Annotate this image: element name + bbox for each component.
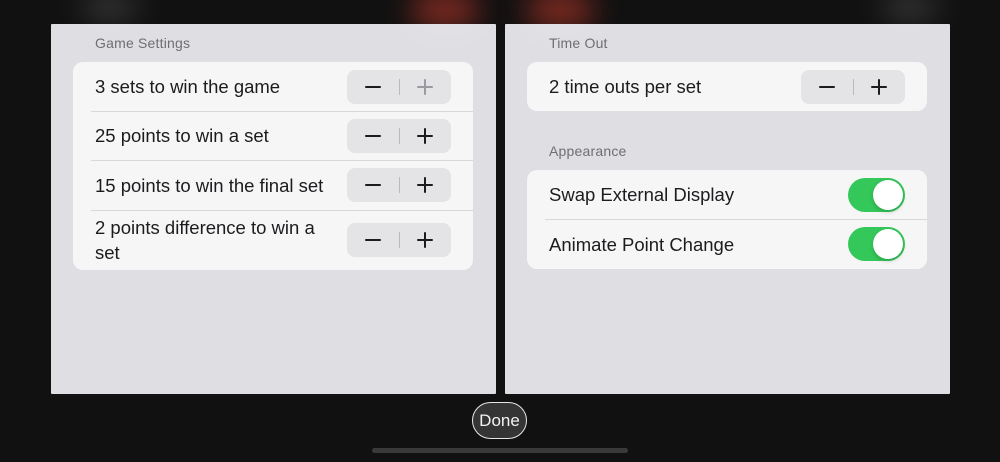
difference-increment-button[interactable]: [399, 223, 451, 257]
time-outs-stepper[interactable]: [801, 69, 905, 104]
time-out-appearance-panel: Time Out 2 time outs per set Appearance …: [505, 24, 950, 394]
toggle-knob: [873, 179, 903, 210]
time-outs-increment-button[interactable]: [853, 70, 905, 104]
swap-external-display-toggle[interactable]: [848, 177, 905, 212]
minus-icon: [365, 184, 381, 186]
points-difference-row: 2 points difference to win a set: [73, 210, 473, 270]
game-settings-panel: Game Settings 3 sets to win the game 25 …: [51, 24, 496, 394]
animate-point-change-label: Animate Point Change: [549, 233, 735, 255]
minus-icon: [365, 134, 381, 137]
final-set-decrement-button[interactable]: [347, 168, 399, 202]
final-set-increment-button[interactable]: [399, 168, 451, 202]
minus-icon: [365, 85, 381, 88]
points-decrement-button[interactable]: [347, 119, 399, 153]
points-increment-button[interactable]: [399, 119, 451, 153]
animate-point-change-toggle[interactable]: [848, 227, 905, 261]
swap-external-display-row: Swap External Display: [527, 170, 927, 219]
points-difference-label: 2 points difference to win a set: [95, 217, 315, 263]
sets-increment-button[interactable]: [399, 70, 451, 104]
sets-to-win-row: 3 sets to win the game: [73, 62, 473, 111]
sets-to-win-stepper[interactable]: [347, 69, 451, 104]
time-outs-label: 2 time outs per set: [549, 76, 702, 97]
final-set-points-stepper[interactable]: [347, 168, 451, 202]
points-to-win-set-stepper[interactable]: [347, 118, 451, 153]
final-set-points-row: 15 points to win the final set: [73, 160, 473, 210]
minus-icon: [365, 239, 381, 241]
points-to-win-set-label: 25 points to win a set: [95, 125, 269, 146]
plus-icon: [417, 177, 433, 193]
home-indicator: [372, 448, 628, 453]
game-settings-group: 3 sets to win the game 25 points to win …: [73, 62, 473, 270]
time-outs-row: 2 time outs per set: [527, 62, 927, 111]
plus-icon: [417, 127, 433, 144]
done-button[interactable]: Done: [472, 402, 527, 439]
time-out-group: 2 time outs per set: [527, 62, 927, 111]
section-header-game-settings: Game Settings: [95, 35, 191, 51]
swap-external-display-label: Swap External Display: [549, 184, 735, 205]
points-difference-stepper[interactable]: [347, 223, 451, 257]
sets-decrement-button[interactable]: [347, 70, 399, 104]
sets-to-win-label: 3 sets to win the game: [95, 76, 281, 97]
final-set-points-label: 15 points to win the final set: [95, 174, 324, 196]
section-header-time-out: Time Out: [549, 35, 608, 51]
plus-icon: [417, 78, 433, 95]
animate-point-change-row: Animate Point Change: [527, 219, 927, 269]
difference-decrement-button[interactable]: [347, 223, 399, 257]
points-to-win-set-row: 25 points to win a set: [73, 111, 473, 160]
section-header-appearance: Appearance: [549, 143, 627, 159]
time-outs-decrement-button[interactable]: [801, 70, 853, 104]
appearance-group: Swap External Display Animate Point Chan…: [527, 170, 927, 269]
plus-icon: [417, 232, 433, 248]
plus-icon: [871, 78, 887, 95]
minus-icon: [819, 85, 835, 88]
toggle-knob: [873, 229, 903, 259]
